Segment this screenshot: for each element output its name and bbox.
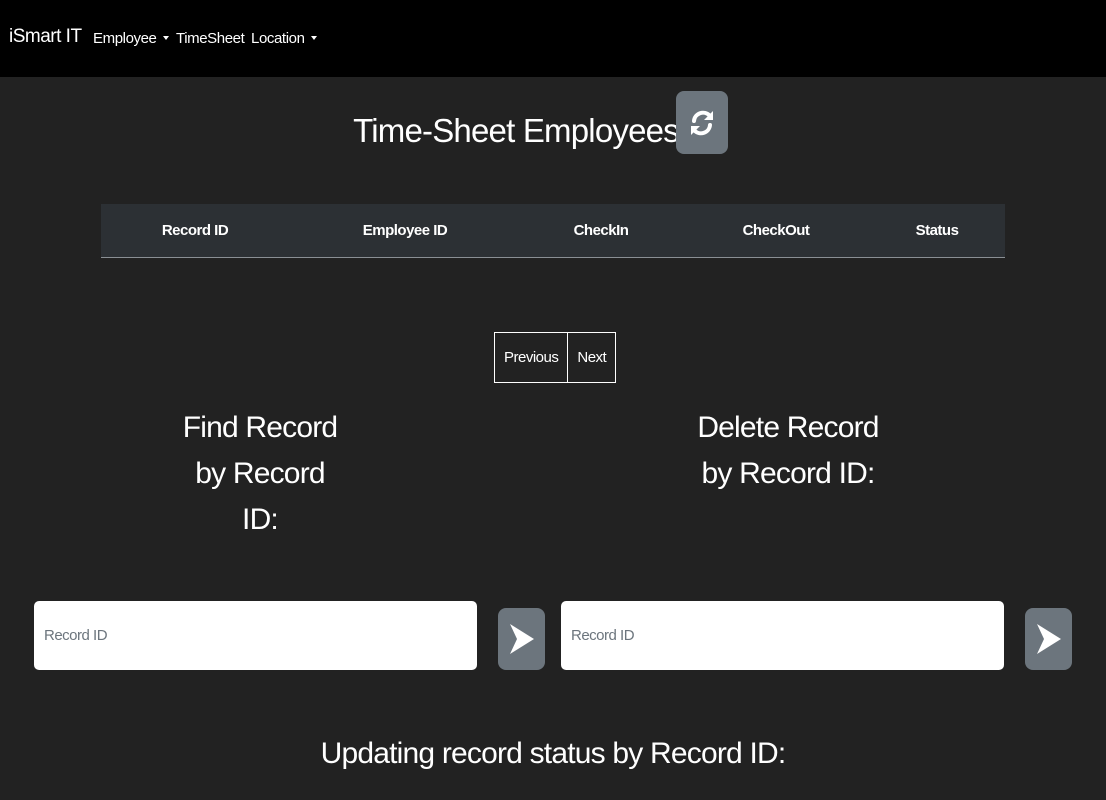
pagination: Previous Next [494, 332, 617, 383]
timesheet-table-header: Record ID Employee ID CheckIn CheckOut S… [101, 204, 1005, 258]
delete-record-id-input[interactable] [561, 601, 1004, 670]
next-page-button[interactable]: Next [567, 333, 615, 382]
delete-record-heading-line: Delete Record [697, 411, 879, 444]
nav-item-employee[interactable]: Employee [93, 30, 169, 47]
refresh-icon [691, 110, 713, 135]
find-record-heading: Find Record by Record ID: [160, 405, 360, 543]
caret-down-icon [162, 36, 169, 40]
delete-record-submit-button[interactable] [1025, 608, 1072, 670]
nav-item-timesheet[interactable]: TimeSheet [176, 30, 245, 47]
send-arrow-icon [1036, 624, 1061, 654]
update-record-heading: Updating record status by Record ID: [320, 737, 787, 770]
column-header-status[interactable]: Status [916, 222, 959, 239]
page-title: Time-Sheet Employees [353, 112, 680, 149]
column-header-employee-id[interactable]: Employee ID [363, 222, 448, 239]
refresh-button[interactable] [676, 91, 728, 154]
nav-item-timesheet-label: TimeSheet [176, 30, 245, 47]
find-record-heading-line: ID: [242, 503, 279, 536]
send-arrow-icon [509, 624, 534, 654]
column-header-record-id[interactable]: Record ID [162, 222, 229, 239]
delete-record-heading: Delete Record by Record ID: [678, 405, 898, 497]
nav-item-location-label: Location [251, 30, 305, 47]
nav-item-location[interactable]: Location [251, 30, 317, 47]
nav-item-employee-label: Employee [93, 30, 157, 47]
column-header-checkin[interactable]: CheckIn [574, 222, 629, 239]
find-record-heading-line: Find Record [182, 411, 338, 444]
find-record-id-input[interactable] [34, 601, 477, 670]
column-header-checkout[interactable]: CheckOut [743, 222, 810, 239]
navbar: iSmart IT Employee TimeSheet Location [0, 0, 1106, 77]
delete-record-heading-line: by Record ID: [701, 457, 876, 490]
brand-link[interactable]: iSmart IT [9, 26, 82, 48]
previous-page-button[interactable]: Previous [495, 333, 567, 382]
find-record-heading-line: by Record [195, 457, 325, 490]
caret-down-icon [310, 36, 317, 40]
find-record-submit-button[interactable] [498, 608, 545, 670]
